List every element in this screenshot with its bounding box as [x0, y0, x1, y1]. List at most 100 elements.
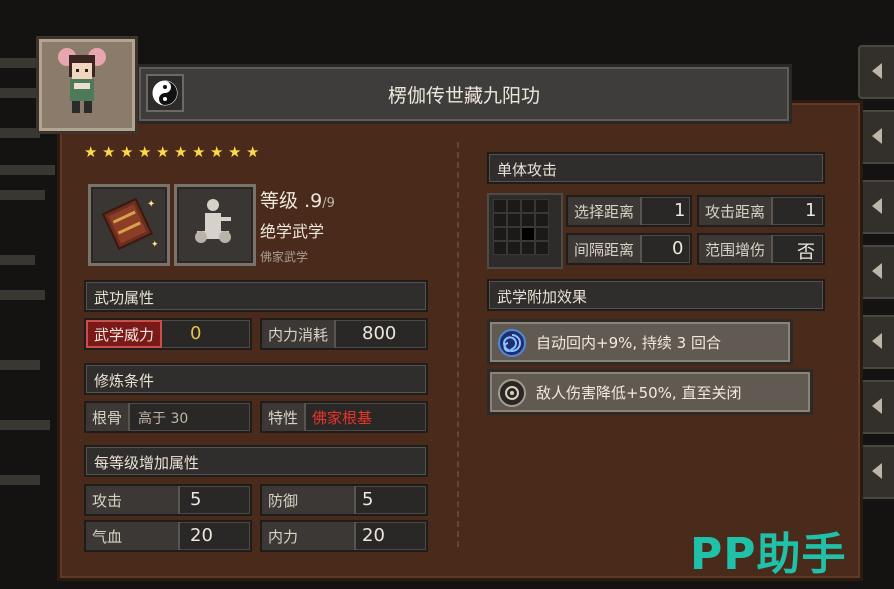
side-tab[interactable]: [858, 180, 894, 234]
effect-item[interactable]: 敌人伤害降低+50%, 直至关闭: [487, 369, 813, 415]
interval-range-value: 0: [672, 238, 684, 259]
hp-gain-field: 气血 20: [84, 520, 252, 552]
bg-stripe: [0, 290, 45, 300]
effect-text: 敌人伤害降低+50%, 直至关闭: [536, 384, 742, 402]
section-attributes-title: 武功属性: [94, 289, 155, 307]
attack-gain-value: 5: [190, 489, 202, 510]
side-tab[interactable]: [858, 45, 894, 99]
grid-cell: [535, 199, 549, 213]
grid-cell: [507, 199, 521, 213]
bg-stripe: [0, 165, 55, 175]
svg-text:✦: ✦: [151, 240, 159, 250]
grid-cell: [507, 227, 521, 241]
section-attributes: 武功属性: [84, 280, 428, 312]
defense-gain-label: 防御: [262, 486, 356, 514]
area-bonus-value: 否: [797, 242, 815, 263]
trait-req-field: 特性 佛家根基: [260, 401, 428, 433]
grid-cell: [507, 241, 521, 255]
column-divider: [457, 142, 459, 547]
level-max: /9: [322, 196, 335, 211]
grid-cell: [493, 199, 507, 213]
attack-gain-field: 攻击 5: [84, 484, 252, 516]
bg-stripe: [0, 360, 40, 370]
rating-star-icon: ★: [174, 143, 188, 161]
swirl-icon: [498, 329, 526, 357]
side-tab[interactable]: [858, 445, 894, 499]
select-range-label: 选择距离: [568, 197, 643, 225]
bone-req-value: 高于 30: [138, 411, 189, 427]
trait-req-value: 佛家根基: [312, 409, 373, 427]
grid-cell: [493, 213, 507, 227]
rating-star-icon: ★: [102, 143, 116, 161]
grid-cell: [535, 227, 549, 241]
grid-cell: [521, 213, 535, 227]
arrow-left-icon: [872, 398, 882, 414]
mp-gain-value: 20: [362, 525, 385, 546]
mp-cost-field: 内力消耗 800: [260, 318, 428, 350]
section-single-attack: 单体攻击: [487, 152, 825, 184]
side-tab[interactable]: [858, 110, 894, 164]
grid-cell: [493, 227, 507, 241]
mp-gain-label: 内力: [262, 522, 356, 550]
grid-cell: [521, 199, 535, 213]
watermark-logo: PP助手: [690, 529, 847, 580]
power-label: 武学威力: [86, 320, 163, 348]
target-icon: [498, 379, 526, 407]
bone-req-label: 根骨: [86, 403, 131, 431]
section-bonus-effects-title: 武学附加效果: [497, 288, 588, 306]
skill-school: 佛家武学: [260, 250, 309, 264]
rating-star-icon: ★: [246, 143, 260, 161]
section-per-level-title: 每等级增加属性: [94, 454, 200, 472]
rating-star-icon: ★: [228, 143, 242, 161]
grid-cell-target: [521, 227, 535, 241]
arrow-left-icon: [872, 63, 882, 79]
grid-cell: [535, 241, 549, 255]
defense-gain-value: 5: [362, 489, 374, 510]
attack-range-field: 攻击距离 1: [697, 195, 825, 227]
area-bonus-field: 范围增伤 否: [697, 233, 825, 265]
mp-cost-label: 内力消耗: [262, 320, 337, 348]
bg-stripe: [0, 420, 50, 430]
bg-stripe: [0, 128, 40, 138]
monk-figure-icon: [174, 184, 256, 266]
attack-gain-label: 攻击: [86, 486, 180, 514]
select-range-value: 1: [674, 200, 686, 221]
grid-cell: [493, 241, 507, 255]
hp-gain-label: 气血: [86, 522, 180, 550]
interval-range-label: 间隔距离: [568, 235, 643, 263]
rating-star-icon: ★: [210, 143, 224, 161]
attack-range-value: 1: [805, 200, 817, 221]
bg-stripe: [0, 190, 45, 200]
side-tab[interactable]: [858, 380, 894, 434]
side-tab[interactable]: [858, 245, 894, 299]
bone-req-field: 根骨 高于 30: [84, 401, 252, 433]
title-bar: 楞伽传世藏九阳功: [136, 64, 792, 124]
skill-book-icon[interactable]: ✦ ✦: [88, 184, 170, 266]
defense-gain-field: 防御 5: [260, 484, 428, 516]
effect-text: 自动回内+9%, 持续 3 回合: [536, 334, 721, 352]
side-tab[interactable]: [858, 315, 894, 369]
grid-cell: [521, 241, 535, 255]
rating-star-icon: ★: [84, 143, 98, 161]
effect-item[interactable]: 自动回内+9%, 持续 3 回合: [487, 319, 793, 365]
arrow-left-icon: [872, 333, 882, 349]
arrow-left-icon: [872, 128, 882, 144]
attack-range-label: 攻击距离: [699, 197, 774, 225]
skill-rank: 绝学武学: [260, 222, 325, 241]
power-field: 武学威力 0: [84, 318, 252, 350]
grid-cell: [535, 213, 549, 227]
avatar[interactable]: [36, 36, 138, 134]
bg-stripe: [0, 255, 35, 265]
grid-cell: [507, 213, 521, 227]
mp-cost-value: 800: [362, 323, 397, 344]
power-value: 0: [190, 323, 202, 344]
hp-gain-value: 20: [190, 525, 213, 546]
rating-star-icon: ★: [138, 143, 152, 161]
area-bonus-label: 范围增伤: [699, 235, 774, 263]
select-range-field: 选择距离 1: [566, 195, 692, 227]
yinyang-icon: [146, 74, 184, 112]
section-per-level: 每等级增加属性: [84, 445, 428, 477]
arrow-left-icon: [872, 263, 882, 279]
mp-gain-field: 内力 20: [260, 520, 428, 552]
level-label: 等级 .9/9: [260, 186, 335, 213]
